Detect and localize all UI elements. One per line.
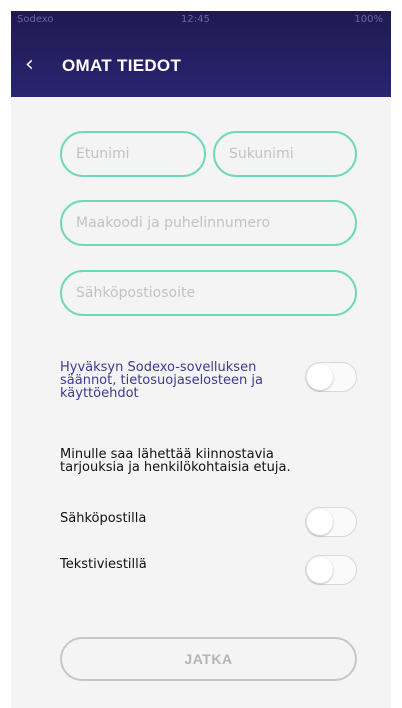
sms-consent-toggle[interactable]	[305, 555, 357, 585]
terms-consent-toggle[interactable]	[305, 362, 357, 392]
last-name-input[interactable]	[213, 131, 357, 177]
status-carrier: Sodexo	[17, 14, 54, 25]
continue-button[interactable]: JATKA	[60, 637, 357, 681]
email-consent-label: Sähköpostilla	[60, 511, 147, 526]
terms-consent-text[interactable]: Hyväksyn Sodexo-sovelluksen säännot, tie…	[60, 361, 290, 400]
status-time: 12:45	[181, 14, 210, 25]
status-bar: Sodexo 12:45 100%	[11, 11, 391, 29]
page-title: OMAT TIEDOT	[62, 56, 182, 75]
back-button[interactable]: ‹	[25, 53, 47, 77]
chevron-left-icon: ‹	[25, 52, 34, 77]
first-name-input[interactable]	[60, 131, 206, 177]
app-screen: Sodexo 12:45 100% ‹ OMAT TIEDOT Hyväksyn…	[11, 11, 391, 708]
email-input[interactable]	[60, 270, 357, 316]
toggle-knob	[307, 509, 333, 535]
marketing-intro-text: Minulle saa lähettää kiinnostavia tarjou…	[60, 447, 291, 475]
email-consent-toggle[interactable]	[305, 507, 357, 537]
status-battery: 100%	[354, 14, 383, 25]
toggle-knob	[307, 557, 333, 583]
app-header: Sodexo 12:45 100% ‹ OMAT TIEDOT	[11, 11, 391, 97]
sms-consent-label: Tekstiviestillä	[60, 557, 147, 572]
phone-input[interactable]	[60, 200, 357, 246]
toggle-knob	[307, 364, 333, 390]
